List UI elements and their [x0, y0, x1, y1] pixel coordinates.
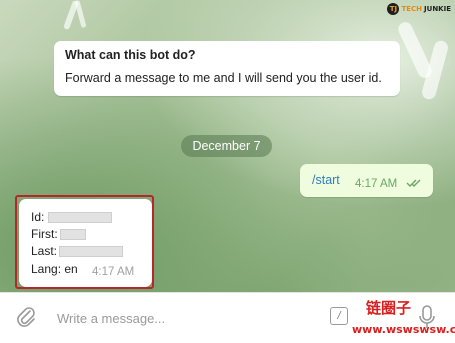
outgoing-message[interactable]: /start 4:17 AM	[300, 164, 433, 197]
bot-command-button[interactable]: /	[330, 307, 348, 325]
watermark-url: www.wswswsw.cn	[352, 323, 455, 336]
highlight-box	[15, 195, 154, 289]
chat-background: TJ TECH JUNKIE What can this bot do? Forw…	[0, 0, 455, 292]
message-composer: / 链圈子 www.wswswsw.cn	[0, 292, 455, 343]
bot-info-title: What can this bot do?	[65, 48, 196, 62]
outgoing-message-text[interactable]: /start	[312, 173, 340, 187]
brand-name-part2: JUNKIE	[424, 5, 451, 13]
bot-info-text: Forward a message to me and I will send …	[65, 71, 382, 85]
paperclip-icon[interactable]	[15, 305, 37, 329]
brand-watermark: TJ TECH JUNKIE	[387, 2, 451, 16]
bot-info-bubble: What can this bot do? Forward a message …	[54, 41, 400, 96]
flower-stem-decoration	[74, 0, 87, 29]
brand-name-part1: TECH	[401, 5, 423, 13]
double-check-icon	[406, 179, 421, 187]
microphone-icon[interactable]	[418, 304, 436, 330]
watermark-text: 链圈子	[366, 299, 412, 317]
brand-logo-icon: TJ	[387, 3, 400, 15]
date-separator: December 7	[181, 135, 272, 157]
outgoing-message-time: 4:17 AM	[355, 178, 398, 190]
message-input[interactable]	[55, 307, 309, 329]
